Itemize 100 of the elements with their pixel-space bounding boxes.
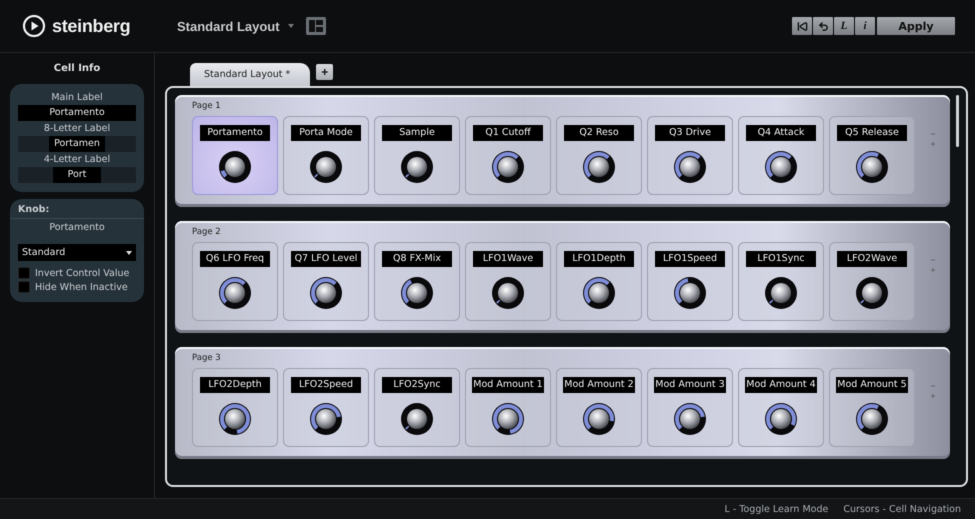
cell-label: LFO2Wave bbox=[837, 251, 907, 267]
control-cell[interactable]: Q3 Drive bbox=[647, 116, 733, 195]
checkbox-label: Invert Control Value bbox=[35, 268, 130, 278]
cell-label: LFO2Sync bbox=[382, 377, 452, 393]
knob[interactable] bbox=[764, 402, 798, 436]
checkbox[interactable] bbox=[18, 281, 30, 293]
label-field[interactable]: Portamen bbox=[48, 136, 106, 152]
cell-label: LFO1Wave bbox=[473, 251, 543, 267]
control-name: Portamento bbox=[48, 222, 106, 233]
knob[interactable] bbox=[764, 276, 798, 310]
knob[interactable] bbox=[673, 276, 707, 310]
cell-label: Q3 Drive bbox=[655, 125, 725, 141]
layout-name[interactable]: Standard Layout bbox=[177, 18, 280, 34]
knob[interactable] bbox=[582, 150, 616, 184]
cell-label: Portamento bbox=[200, 125, 270, 141]
knob[interactable] bbox=[582, 402, 616, 436]
control-cell[interactable]: LFO1Speed bbox=[647, 242, 733, 321]
field-caption: 8-Letter Label bbox=[42, 123, 112, 134]
knob[interactable] bbox=[764, 150, 798, 184]
cell-label: Q2 Reso bbox=[564, 125, 634, 141]
cell-label: Q6 LFO Freq bbox=[200, 251, 270, 267]
knob[interactable] bbox=[491, 150, 525, 184]
control-cell[interactable]: Mod Amount 3 bbox=[647, 368, 733, 447]
knob[interactable] bbox=[855, 402, 889, 436]
logo-icon bbox=[22, 14, 46, 38]
control-cell[interactable]: Mod Amount 4 bbox=[738, 368, 824, 447]
control-cell[interactable]: Mod Amount 5 bbox=[829, 368, 915, 447]
knob[interactable] bbox=[855, 150, 889, 184]
cell-label: Q1 Cutoff bbox=[473, 125, 543, 141]
page-title: Page 2 bbox=[192, 227, 221, 237]
control-cell[interactable]: LFO1Wave bbox=[465, 242, 551, 321]
control-cell[interactable]: Mod Amount 1 bbox=[465, 368, 551, 447]
field-caption: 4-Letter Label bbox=[42, 154, 112, 165]
toolbar-button[interactable]: i bbox=[855, 17, 875, 35]
checkbox-label: Hide When Inactive bbox=[35, 282, 128, 292]
control-cell[interactable]: LFO2Speed bbox=[283, 368, 369, 447]
control-cell[interactable]: Porta Mode bbox=[283, 116, 369, 195]
cell-label: Mod Amount 1 bbox=[472, 377, 544, 393]
knob[interactable] bbox=[218, 402, 252, 436]
knob[interactable] bbox=[400, 150, 434, 184]
field-caption: Main Label bbox=[50, 92, 104, 103]
knob[interactable] bbox=[582, 276, 616, 310]
cell-label: Q8 FX-Mix bbox=[382, 251, 452, 267]
knob[interactable] bbox=[218, 276, 252, 310]
page-title: Page 1 bbox=[192, 101, 221, 111]
control-cell[interactable]: Q2 Reso bbox=[556, 116, 642, 195]
caret-icon bbox=[126, 250, 132, 254]
label-field[interactable]: Port bbox=[53, 167, 101, 183]
cell-label: Sample bbox=[382, 125, 452, 141]
cell-label: Mod Amount 5 bbox=[836, 377, 908, 393]
layout-button[interactable] bbox=[306, 17, 326, 35]
knob[interactable] bbox=[309, 276, 343, 310]
control-cell[interactable]: Sample bbox=[374, 116, 460, 195]
control-cell[interactable]: LFO2Sync bbox=[374, 368, 460, 447]
control-cell[interactable]: LFO1Depth bbox=[556, 242, 642, 321]
knob[interactable] bbox=[855, 276, 889, 310]
status-hint: L - Toggle Learn Mode bbox=[724, 504, 828, 514]
panel-title: Cell Info bbox=[52, 63, 102, 74]
control-cell[interactable]: Q1 Cutoff bbox=[465, 116, 551, 195]
cell-label: LFO1Sync bbox=[746, 251, 816, 267]
page-title: Page 3 bbox=[192, 353, 221, 363]
control-cell[interactable]: Q7 LFO Level bbox=[283, 242, 369, 321]
caret-icon[interactable] bbox=[288, 24, 294, 28]
apply-button[interactable]: Apply bbox=[877, 17, 955, 35]
skip-back-icon bbox=[796, 20, 808, 32]
knob[interactable] bbox=[491, 276, 525, 310]
skip-back-button[interactable] bbox=[792, 17, 812, 35]
control-cell[interactable]: LFO2Depth bbox=[192, 368, 278, 447]
knob[interactable] bbox=[400, 402, 434, 436]
control-cell[interactable]: Q5 Release bbox=[829, 116, 915, 195]
checkbox[interactable] bbox=[18, 267, 30, 279]
knob[interactable] bbox=[673, 150, 707, 184]
add-tab-button[interactable]: + bbox=[316, 64, 334, 80]
layout-tab[interactable]: Standard Layout * bbox=[190, 63, 310, 86]
cell-label: Q5 Release bbox=[837, 125, 907, 141]
control-cell[interactable]: Q8 FX-Mix bbox=[374, 242, 460, 321]
label-field[interactable]: Portamento bbox=[18, 105, 136, 121]
knob[interactable] bbox=[400, 276, 434, 310]
control-cell[interactable]: LFO1Sync bbox=[738, 242, 824, 321]
control-cell[interactable]: Portamento bbox=[192, 116, 278, 195]
knob[interactable] bbox=[218, 150, 252, 184]
cell-label: Q7 LFO Level bbox=[291, 251, 361, 267]
undo-button[interactable] bbox=[813, 17, 833, 35]
control-cell[interactable]: Mod Amount 2 bbox=[556, 368, 642, 447]
control-cell[interactable]: Q6 LFO Freq bbox=[192, 242, 278, 321]
cell-label: Q4 Attack bbox=[746, 125, 816, 141]
knob[interactable] bbox=[309, 150, 343, 184]
brand-name: steinberg bbox=[52, 16, 130, 36]
knob[interactable] bbox=[491, 402, 525, 436]
cell-label: Mod Amount 3 bbox=[654, 377, 726, 393]
control-cell[interactable]: LFO2Wave bbox=[829, 242, 915, 321]
knob[interactable] bbox=[309, 402, 343, 436]
control-cell[interactable]: Q4 Attack bbox=[738, 116, 824, 195]
toolbar-button[interactable]: L bbox=[834, 17, 854, 35]
cell-label: LFO2Speed bbox=[291, 377, 361, 393]
knob[interactable] bbox=[673, 402, 707, 436]
cell-label: LFO2Depth bbox=[200, 377, 270, 393]
style-dropdown[interactable]: Standard bbox=[18, 244, 136, 261]
group-title: Knob: bbox=[10, 204, 144, 219]
scrollbar-thumb[interactable] bbox=[956, 95, 959, 147]
